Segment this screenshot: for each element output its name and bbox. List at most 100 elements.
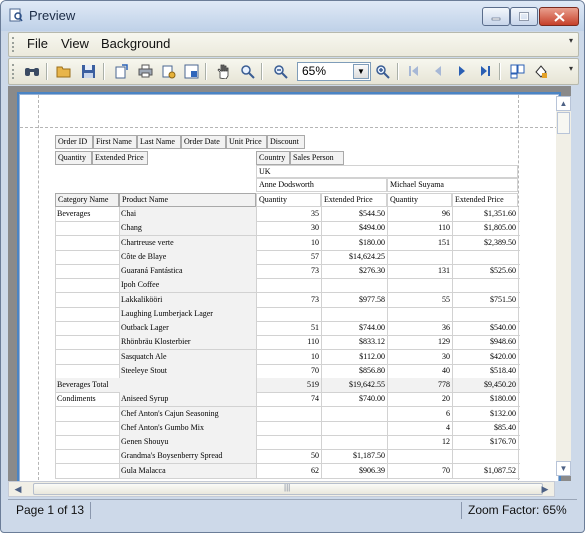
horizontal-scrollbar[interactable]: ◀ ||| ▶ <box>8 481 555 497</box>
close-button[interactable] <box>539 7 579 26</box>
menu-file[interactable]: File <box>27 36 48 51</box>
first-page-icon[interactable] <box>405 62 423 80</box>
title-bar[interactable]: Preview <box>1 1 584 31</box>
header-field-order-id[interactable]: Order ID <box>55 135 93 149</box>
scroll-left-icon[interactable]: ◀ <box>10 482 26 496</box>
maximize-button[interactable] <box>510 7 538 26</box>
zoom-out-icon[interactable] <box>271 62 289 80</box>
extended-price-cell: $977.58 <box>359 294 385 304</box>
vertical-scroll-thumb[interactable] <box>557 112 570 134</box>
scroll-up-icon[interactable]: ▲ <box>556 96 571 111</box>
next-page-icon[interactable] <box>453 62 471 80</box>
menu-view[interactable]: View <box>61 36 89 51</box>
menu-bar-grip[interactable] <box>12 37 17 52</box>
quantity-cell: 96 <box>442 209 450 218</box>
toolbar-separator <box>499 63 501 80</box>
measure-header: Extended Price <box>452 193 518 207</box>
grid-line <box>119 207 120 378</box>
total-quantity-cell: 519 <box>307 380 319 389</box>
report-page: Order ID First Name Last Name Order Date… <box>19 94 559 481</box>
zoom-combobox[interactable]: 65% ▼ <box>297 62 371 81</box>
column-field-country[interactable]: Country <box>256 151 290 165</box>
extended-price-cell <box>323 307 385 321</box>
window-title: Preview <box>29 8 76 23</box>
toolbar-grip[interactable] <box>12 64 17 79</box>
table-row: Condiments Aniseed Syrup 74 $740.00 20 $180.0… <box>55 392 520 408</box>
table-row: Steeleye Stout 70 $856.80 40 $518.40 <box>55 363 520 379</box>
header-field-unit-price[interactable]: Unit Price <box>226 135 267 149</box>
table-row: Guaraná Fantástica 73 $276.30 131 $525.60 <box>55 264 520 280</box>
header-field-first-name[interactable]: First Name <box>93 135 137 149</box>
extended-price-cell: $132.00 <box>490 408 516 418</box>
quantity-cell: 70 <box>311 365 319 375</box>
row-field-product-name[interactable]: Product Name <box>119 193 256 207</box>
hand-tool-icon[interactable] <box>214 62 232 80</box>
horizontal-scroll-thumb[interactable]: ||| <box>33 483 543 495</box>
table-row: Outback Lager 51 $744.00 36 $540.00 <box>55 321 520 337</box>
data-field-extended-price[interactable]: Extended Price <box>92 151 148 165</box>
extended-price-cell <box>454 250 516 264</box>
status-separator <box>90 502 91 519</box>
menu-overflow-chevron-icon[interactable]: ▾ <box>566 36 576 52</box>
header-field-last-name[interactable]: Last Name <box>137 135 181 149</box>
zoom-in-icon[interactable] <box>373 62 391 80</box>
quantity-cell: 55 <box>442 294 450 304</box>
previous-page-icon[interactable] <box>429 62 447 80</box>
extended-price-cell: $112.00 <box>359 351 385 361</box>
data-field-quantity[interactable]: Quantity <box>55 151 92 165</box>
scroll-down-icon[interactable]: ▼ <box>556 461 571 476</box>
preview-viewport[interactable]: Order ID First Name Last Name Order Date… <box>8 86 571 481</box>
last-page-icon[interactable] <box>476 62 494 80</box>
extended-price-cell: $948.60 <box>490 337 516 347</box>
status-separator <box>461 502 462 519</box>
extended-price-cell: $2,389.50 <box>484 237 516 247</box>
scroll-right-icon[interactable]: ▶ <box>537 482 553 496</box>
table-row: Chang 30 $494.00 110 $1,805.00 <box>55 221 520 237</box>
quantity-cell: 110 <box>307 337 319 347</box>
extended-price-cell: $856.80 <box>359 365 385 375</box>
preview-app-icon <box>9 8 23 22</box>
extended-price-cell <box>323 421 385 435</box>
quantity-cell: 110 <box>438 223 450 233</box>
toolbar-overflow-chevron-icon[interactable]: ▾ <box>566 64 576 80</box>
table-row: Chef Anton's Cajun Seasoning 6 $132.00 <box>55 406 520 422</box>
extended-price-cell <box>323 435 385 449</box>
find-binoculars-icon[interactable] <box>23 62 41 80</box>
extended-price-cell <box>454 278 516 292</box>
save-disk-icon[interactable] <box>79 62 97 80</box>
quantity-cell <box>258 307 319 321</box>
header-field-discount[interactable]: Discount <box>267 135 305 149</box>
extended-price-cell: $544.50 <box>359 209 385 218</box>
multiple-pages-icon[interactable] <box>508 62 526 80</box>
country-header: UK <box>256 165 518 178</box>
table-row: Chef Anton's Gumbo Mix 4 $85.40 <box>55 420 520 436</box>
column-field-sales-person[interactable]: Sales Person <box>290 151 344 165</box>
quantity-cell: 57 <box>311 251 319 261</box>
vertical-scrollbar[interactable]: ▲ ▼ <box>556 96 571 476</box>
close-icon <box>553 11 565 22</box>
magnifier-icon[interactable] <box>238 62 256 80</box>
menu-background[interactable]: Background <box>101 36 170 51</box>
product-cell: Outback Lager <box>121 323 169 332</box>
chevron-down-icon[interactable]: ▼ <box>353 64 369 79</box>
product-cell: Chang <box>121 223 142 233</box>
status-bar: Page 1 of 13 Zoom Factor: 65% <box>8 499 577 521</box>
grid-line <box>256 207 257 478</box>
quantity-cell: 73 <box>311 266 319 275</box>
print-icon[interactable] <box>136 62 154 80</box>
row-field-category-name[interactable]: Category Name <box>55 193 119 207</box>
open-folder-icon[interactable] <box>55 62 73 80</box>
quantity-cell <box>258 421 319 435</box>
background-color-icon[interactable] <box>531 62 549 80</box>
quantity-cell: 74 <box>311 394 319 404</box>
print-setup-icon[interactable] <box>159 62 177 80</box>
header-field-order-date[interactable]: Order Date <box>181 135 226 149</box>
table-row: Sasquatch Ale 10 $112.00 30 $420.00 <box>55 349 520 365</box>
page-setup-icon[interactable] <box>112 62 130 80</box>
extended-price-cell: $540.00 <box>490 323 516 332</box>
scale-page-icon[interactable] <box>182 62 200 80</box>
category-cell: Beverages <box>57 209 91 218</box>
minimize-button[interactable] <box>482 7 510 26</box>
margin-guide <box>20 127 558 128</box>
extended-price-cell: $494.00 <box>359 223 385 233</box>
